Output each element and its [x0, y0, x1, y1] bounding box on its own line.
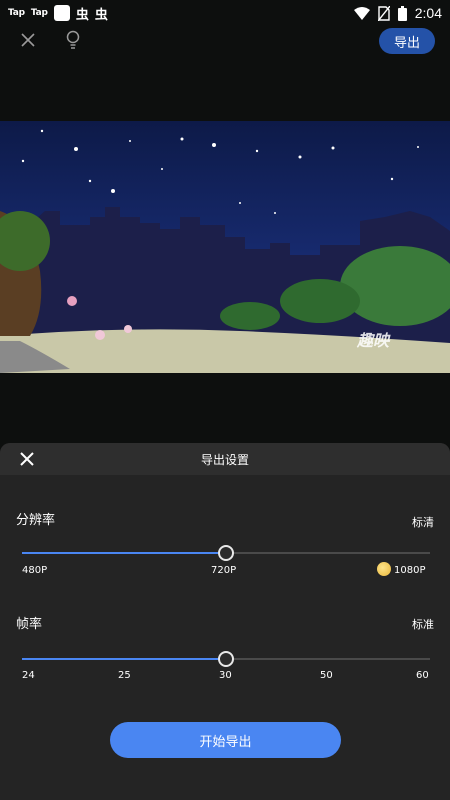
framerate-label: 帧率 [16, 617, 43, 632]
bug-icon: 虫 [94, 7, 108, 23]
framerate-tick-60: 60 [416, 670, 429, 681]
resolution-slider[interactable] [22, 543, 430, 563]
clock-time: 2:04 [414, 5, 442, 21]
framerate-tick-25: 25 [118, 670, 131, 681]
sheet-title: 导出设置 [200, 453, 249, 467]
framerate-tick-30: 30 [219, 670, 232, 681]
slider-thumb[interactable] [218, 545, 234, 561]
resolution-tick-1080p-wrap: 1080P [377, 562, 426, 577]
export-button[interactable]: 导出 [379, 28, 435, 54]
no-sim-icon [377, 5, 390, 21]
slider-fill [22, 658, 226, 660]
resolution-tick-720p: 720P [211, 565, 237, 576]
slider-fill [22, 552, 226, 554]
resolution-tick-480p: 480P [22, 565, 48, 576]
taptap-icon: Tap [30, 8, 48, 18]
start-export-button[interactable]: 开始导出 [110, 722, 341, 758]
framerate-slider[interactable] [22, 649, 430, 669]
status-left: Tap Tap 虫 虫 [8, 4, 108, 23]
coin-icon [377, 562, 391, 576]
watermark-text: 趣映 [357, 331, 390, 350]
framerate-value: 标准 [412, 618, 434, 631]
taptap-icon: Tap [8, 8, 25, 18]
close-icon[interactable] [18, 30, 38, 50]
status-bar: Tap Tap 虫 虫 2:04 [0, 0, 450, 26]
resolution-tick-1080p: 1080P [394, 565, 426, 576]
video-preview[interactable]: 趣映 [0, 121, 450, 373]
status-right: 2:04 [353, 5, 442, 21]
app-notification-icon [53, 5, 70, 21]
sheet-header: 导出设置 [0, 443, 450, 475]
battery-icon [397, 5, 407, 21]
slider-thumb[interactable] [218, 651, 234, 667]
resolution-label: 分辨率 [16, 513, 56, 528]
resolution-value: 标清 [412, 516, 434, 529]
wifi-icon [353, 6, 370, 20]
export-settings-sheet: 导出设置 分辨率 标清 480P 720P 1080P 帧率 标准 24 25 … [0, 443, 450, 800]
framerate-tick-50: 50 [320, 670, 333, 681]
top-toolbar: 导出 [0, 28, 450, 54]
lightbulb-icon[interactable] [63, 29, 83, 51]
bug-icon: 虫 [75, 7, 89, 23]
framerate-tick-24: 24 [22, 670, 35, 681]
